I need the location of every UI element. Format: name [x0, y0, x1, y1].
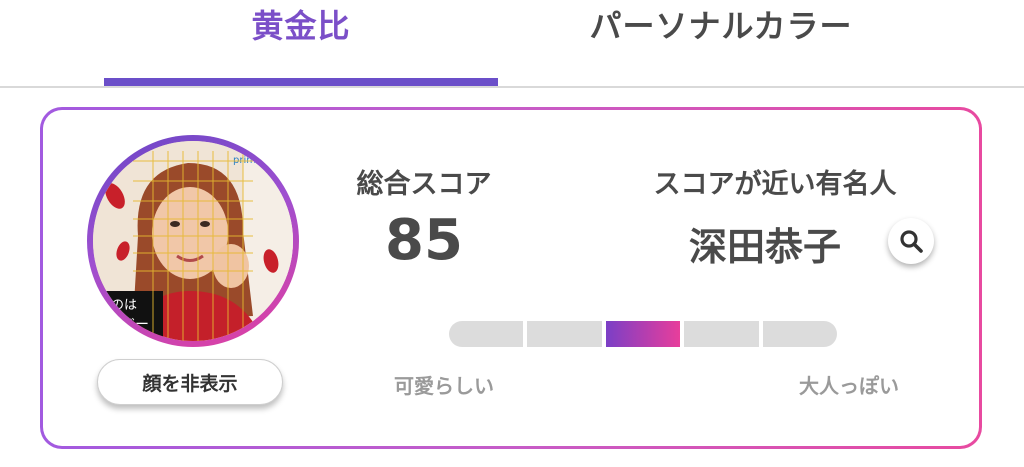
tab-personal-color[interactable]: パーソナルカラー	[498, 0, 944, 88]
total-score-value: 85	[385, 208, 463, 273]
tab-bar: 黄金比 パーソナルカラー	[0, 0, 1024, 88]
active-tab-indicator	[104, 78, 498, 86]
search-icon	[900, 230, 923, 253]
scale-segment-1	[449, 321, 524, 347]
result-card-body: のは クジー prime 顔を非表示 総合スコア 85 スコアが近い有名人 深田…	[43, 110, 979, 446]
similar-celebrity-title: スコアが近い有名人	[653, 169, 897, 200]
total-score-title: 総合スコア	[356, 169, 492, 200]
tab-golden-ratio[interactable]: 黄金比	[104, 0, 498, 88]
svg-text:のは: のは	[111, 298, 137, 313]
avatar: のは クジー prime	[93, 141, 293, 341]
similar-celebrity-name: 深田恭子	[688, 225, 841, 269]
avatar-ring: のは クジー prime	[87, 135, 299, 347]
scale-right-label: 大人っぽい	[799, 374, 899, 398]
scale-segment-2	[527, 321, 602, 347]
scale-segment-4	[684, 321, 759, 347]
svg-text:クジー: クジー	[107, 317, 149, 333]
search-celebrity-button[interactable]	[888, 218, 934, 264]
style-scale-bar	[449, 321, 838, 347]
result-card: のは クジー prime 顔を非表示 総合スコア 85 スコアが近い有名人 深田…	[40, 107, 982, 449]
face-photo-with-grid: のは クジー prime	[93, 141, 293, 341]
tab-personal-color-label: パーソナルカラー	[589, 7, 853, 45]
tab-golden-ratio-label: 黄金比	[251, 7, 351, 45]
scale-segment-5	[762, 321, 838, 347]
scale-segment-3-active	[605, 321, 681, 347]
scale-left-label: 可愛らしい	[394, 374, 494, 398]
hide-face-button[interactable]: 顔を非表示	[97, 359, 283, 405]
